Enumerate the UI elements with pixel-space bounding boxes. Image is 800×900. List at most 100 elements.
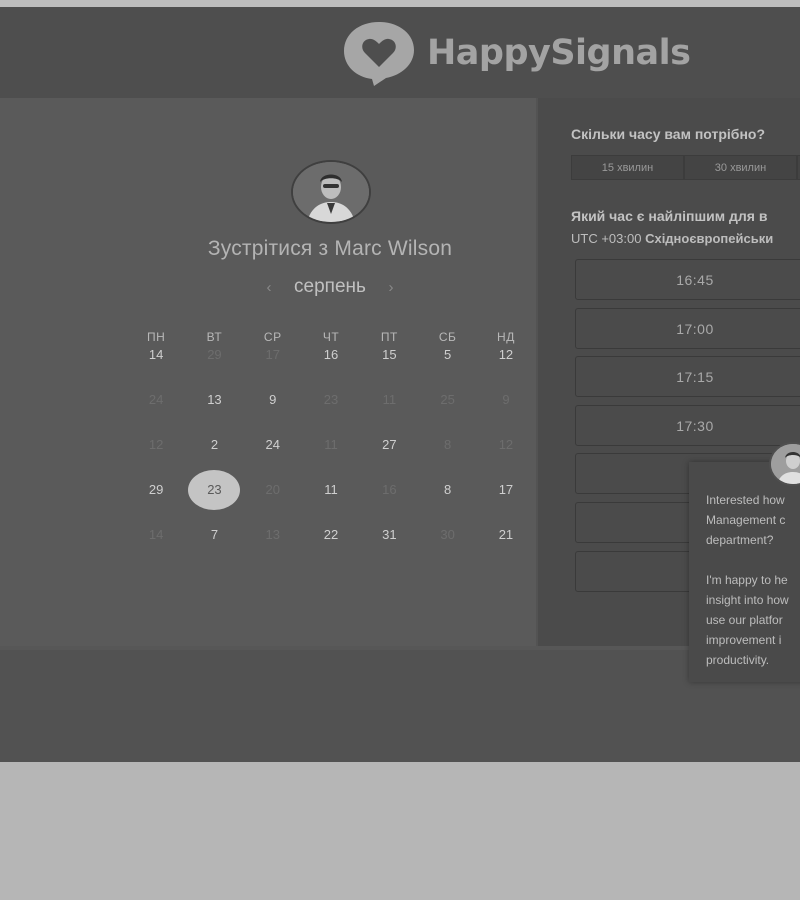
calendar-day-number: 9 — [502, 392, 510, 407]
weekday-label: СР — [263, 330, 282, 344]
calendar-day[interactable]: 15 — [360, 347, 418, 392]
calendar-day-number: 25 — [440, 392, 455, 407]
brand-logo: HappySignals — [341, 20, 691, 86]
calendar-day-number: 11 — [382, 392, 397, 407]
weekday-label: ЧТ — [322, 330, 340, 344]
calendar-day-number: 8 — [444, 437, 452, 452]
timezone-label[interactable]: UTC +03:00 Східноєвропейськи — [571, 231, 773, 246]
current-month: серпень — [294, 276, 366, 297]
calendar-day-number: 2 — [210, 437, 219, 452]
timezone-name: Східноєвропейськи — [645, 231, 774, 246]
calendar-days: 14 29 17 16 15 5 12 24 13 9 23 11 25 9 12 2 24 11 27 8 12 29 2… — [127, 347, 535, 572]
weekday-label: ПТ — [380, 330, 398, 344]
time-slot[interactable]: 16:45 — [575, 259, 800, 300]
chat-message: Interested how Management c department? … — [706, 493, 789, 667]
chat-popup[interactable]: Interested how Management c department? … — [689, 442, 800, 682]
calendar-day[interactable]: 21 — [477, 527, 535, 572]
calendar-day-number: 14 — [148, 347, 164, 362]
month-navigator: ‹ серпень › — [230, 276, 430, 298]
calendar-day-number: 24 — [148, 392, 164, 407]
calendar-day-number: 17 — [265, 347, 280, 362]
calendar-week-row: 12 2 24 11 27 8 12 — [127, 437, 535, 482]
calendar-day-number: 22 — [323, 527, 339, 542]
calendar-day[interactable]: 9 — [244, 392, 302, 437]
calendar-day-number: 13 — [265, 527, 280, 542]
calendar-day: 30 — [418, 527, 476, 572]
weekday-label: НД — [497, 330, 515, 344]
chevron-left-icon[interactable]: ‹ — [258, 279, 280, 296]
calendar-day: 12 — [127, 437, 185, 482]
calendar-day: 25 — [418, 392, 476, 437]
brand-name: HappySignals — [427, 33, 691, 73]
calendar-day[interactable]: 16 — [302, 347, 360, 392]
calendar-day[interactable]: 13 — [185, 392, 243, 437]
chevron-right-icon[interactable]: › — [380, 279, 402, 296]
calendar-day-number: 21 — [498, 527, 514, 542]
calendar-day-number: 29 — [148, 482, 164, 497]
calendar-day-number: 13 — [207, 392, 222, 407]
weekday-header: ПН ВТ СР ЧТ ПТ СБ НД — [127, 327, 535, 347]
calendar-day-number: 12 — [148, 437, 164, 452]
timezone-offset: UTC +03:00 — [571, 231, 646, 246]
weekday-label: ВТ — [206, 330, 223, 344]
page-footer-area — [0, 646, 800, 762]
calendar-day-number: 9 — [269, 392, 277, 407]
calendar-day[interactable]: 17 — [477, 482, 535, 527]
calendar-day: 12 — [477, 437, 535, 482]
time-slot[interactable]: 17:30 — [575, 404, 800, 446]
meeting-scheduler: HappySignals Зустрітися з Marc Wilson ‹ … — [0, 7, 800, 762]
calendar-day[interactable]: 12 — [477, 347, 535, 392]
calendar-week-row: 24 13 9 23 11 25 9 — [127, 392, 535, 437]
calendar-day[interactable]: 11 — [302, 482, 360, 527]
calendar-day-number: 14 — [148, 527, 164, 542]
header: HappySignals — [0, 7, 800, 98]
calendar-day: 13 — [244, 527, 302, 572]
duration-option-15[interactable]: 15 хвилин — [571, 155, 684, 180]
calendar-grid: ПН ВТ СР ЧТ ПТ СБ НД 14 29 17 16 15 5 12 24 13 9 2… — [127, 327, 535, 572]
heart-bubble-logo-icon — [344, 22, 414, 86]
calendar-day[interactable]: 22 — [302, 527, 360, 572]
weekday-label: ПН — [147, 330, 166, 344]
calendar-day[interactable]: 14 — [127, 347, 185, 392]
calendar-week-row: 14 7 13 22 31 30 21 — [127, 527, 535, 572]
calendar-day-number: 12 — [498, 347, 514, 362]
calendar-day-number: 11 — [324, 437, 338, 452]
calendar-day: 11 — [360, 392, 418, 437]
calendar-day-number: 31 — [382, 527, 397, 542]
calendar-day: 24 — [127, 392, 185, 437]
calendar-day-number: 24 — [265, 437, 280, 452]
calendar-day: 11 — [302, 437, 360, 482]
calendar-day: 17 — [244, 347, 302, 392]
time-slot[interactable]: 17:15 — [575, 356, 800, 398]
calendar-day[interactable]: 31 — [360, 527, 418, 572]
calendar-day: 20 — [244, 482, 302, 527]
calendar-day-number: 5 — [444, 347, 452, 362]
calendar-day[interactable]: 29 — [127, 482, 185, 527]
calendar-day-selected[interactable]: 23 — [185, 470, 243, 527]
duration-option-30[interactable]: 30 хвилин — [684, 155, 797, 180]
calendar-day: 14 — [127, 527, 185, 572]
calendar-day-number: 11 — [324, 482, 338, 497]
duration-question: Скільки часу вам потрібно? — [571, 126, 766, 142]
calendar-day: 8 — [418, 437, 476, 482]
time-slot[interactable]: 17:00 — [575, 307, 800, 349]
calendar-day[interactable]: 8 — [418, 482, 476, 527]
calendar-day: 16 — [360, 482, 418, 527]
calendar-day[interactable]: 24 — [244, 437, 302, 482]
calendar-day[interactable]: 7 — [185, 527, 243, 572]
calendar-day[interactable]: 5 — [418, 347, 476, 392]
browser-top-strip — [0, 0, 800, 7]
divider — [0, 646, 800, 650]
calendar-day: 23 — [302, 392, 360, 437]
duration-tabs: 15 хвилин 30 хвилин — [571, 155, 800, 180]
calendar-day-number: 17 — [498, 482, 514, 497]
calendar-day[interactable]: 27 — [360, 437, 418, 482]
person-photo-icon — [771, 444, 800, 484]
calendar-day-number: 27 — [382, 437, 397, 452]
calendar-week-row: 14 29 17 16 15 5 12 — [127, 347, 535, 392]
calendar-day-number: 20 — [265, 482, 280, 497]
calendar-day-number: 12 — [498, 437, 514, 452]
calendar-day-number: 16 — [382, 482, 397, 497]
calendar-day-number: 30 — [440, 527, 455, 542]
calendar-day-number: 23 — [188, 470, 241, 510]
